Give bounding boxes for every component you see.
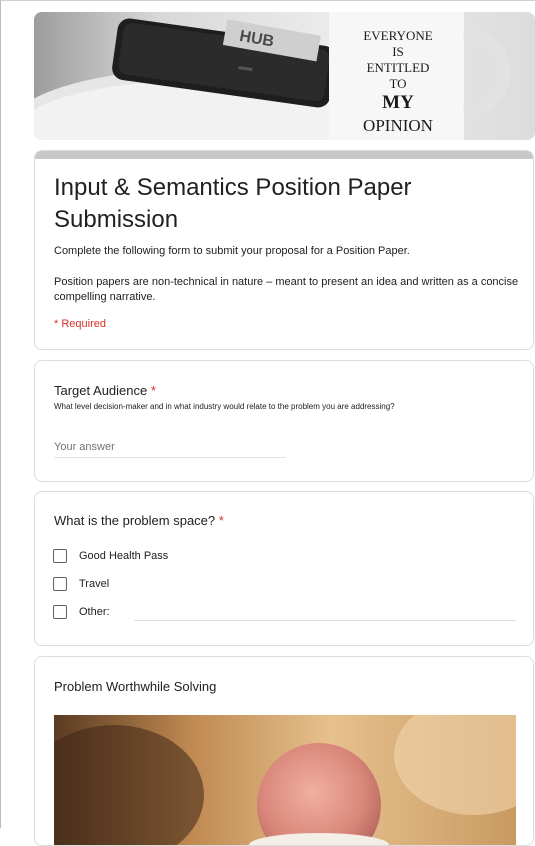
- target-audience-input[interactable]: [54, 437, 286, 458]
- other-text-input[interactable]: [134, 620, 516, 621]
- question-title-text: Target Audience: [54, 383, 148, 398]
- checkbox[interactable]: [53, 549, 67, 563]
- form-description: Complete the following form to submit yo…: [54, 245, 410, 257]
- question-card-problem-worthwhile: Problem Worthwhile Solving: [34, 656, 534, 846]
- question-title: Target Audience *: [54, 383, 156, 398]
- mug-line-1: EVERYONE: [363, 28, 432, 43]
- header-accent-bar: [35, 151, 533, 159]
- question-card-target-audience: Target Audience * What level decision-ma…: [34, 360, 534, 482]
- checkbox-label: Other:: [79, 606, 110, 618]
- checkbox-option-travel[interactable]: Travel: [53, 575, 109, 593]
- required-note: * Required: [54, 318, 106, 330]
- checkbox[interactable]: [53, 605, 67, 619]
- question-title: What is the problem space? *: [54, 513, 224, 528]
- mug-line-5: MY: [382, 92, 414, 113]
- form-header-card: Input & Semantics Position Paper Submiss…: [34, 150, 534, 350]
- checkbox-option-other[interactable]: Other:: [53, 603, 110, 621]
- question-title-text: Problem Worthwhile Solving: [54, 679, 217, 694]
- checkbox-label: Travel: [79, 578, 110, 590]
- form-title: Input & Semantics Position Paper Submiss…: [54, 174, 412, 233]
- question-help-text: What level decision-maker and in what in…: [54, 402, 395, 411]
- checkbox-label: Good Health Pass: [79, 550, 169, 562]
- required-asterisk: *: [218, 513, 224, 528]
- mug-line-4: TO: [389, 76, 406, 91]
- mug-line-3: ENTITLED: [367, 60, 430, 75]
- question-title-text: What is the problem space?: [54, 513, 216, 528]
- mug-line-2: IS: [392, 44, 404, 59]
- question-image: [54, 715, 516, 845]
- question-card-problem-space: What is the problem space? *: [34, 491, 534, 646]
- required-asterisk: *: [150, 383, 156, 398]
- mug-line-6: OPINION: [363, 116, 433, 135]
- checkbox-option-good-health-pass[interactable]: Good Health Pass: [53, 547, 168, 565]
- form-description-2: Position papers are non-technical in nat…: [54, 276, 519, 303]
- checkbox[interactable]: [53, 577, 67, 591]
- header-banner-image: HUB EVERYONE IS ENTITLED TO MY OPINION: [34, 12, 535, 140]
